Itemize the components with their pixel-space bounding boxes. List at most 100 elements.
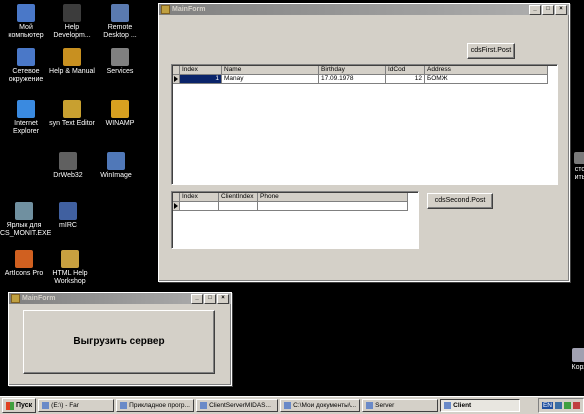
desktop-icon-syn-text-editor[interactable]: syn Text Editor [48, 100, 96, 128]
system-tray: EN [537, 398, 584, 413]
row-indicator-icon [173, 202, 180, 211]
desktop-icon-label: Help & Manual [49, 68, 95, 75]
desktop-icon-drweb32[interactable]: DrWeb32 [44, 152, 92, 180]
table-row[interactable]: 1 Manay 17.09.1978 12 БОМЖ [173, 75, 556, 84]
window-title: MainForm [22, 295, 56, 302]
taskbar-item-active[interactable]: Client [440, 399, 521, 412]
cds-second-post-button[interactable]: cdsSecond.Post [427, 193, 493, 209]
app-icon [444, 402, 452, 409]
desktop-icon-label: WINAMP [105, 120, 135, 127]
clients-grid[interactable]: Index Name Birthday IdCod Address 1 Mana… [171, 64, 558, 185]
help-and-manual-icon [63, 48, 81, 66]
column-header[interactable]: Index [180, 193, 219, 202]
partial-desktop-icon-right[interactable]: сто ить [570, 152, 584, 182]
tray-icon[interactable] [564, 402, 571, 409]
shortcut-cs-monit-icon [15, 202, 33, 220]
row-indicator-icon [173, 75, 180, 84]
cds-first-post-button[interactable]: cdsFirst.Post [467, 43, 515, 59]
desktop-icon-label: Мой компьютер [8, 24, 44, 39]
desktop-icon-label: Ярлык для CS_MONIT.EXE [0, 222, 52, 237]
desktop-icon-label: Help Developm... [53, 24, 91, 39]
column-header[interactable]: Phone [258, 193, 408, 202]
table-row[interactable] [173, 202, 417, 211]
partial-icon [574, 152, 584, 164]
taskbar-item[interactable]: Прикладное прогр... [116, 399, 195, 412]
desktop-icon-winamp[interactable]: WINAMP [96, 100, 144, 128]
column-header[interactable]: Name [222, 66, 319, 75]
desktop-icon-shortcut-cs-monit[interactable]: Ярлык для CS_MONIT.EXE [0, 202, 52, 238]
main-form-titlebar[interactable]: MainForm _ □ × [159, 4, 569, 15]
desktop-icon-label: ArtIcons Pro [4, 270, 44, 277]
desktop-icon-services[interactable]: Services [96, 48, 144, 76]
table-cell[interactable] [219, 202, 258, 211]
app-icon [200, 402, 208, 409]
close-button[interactable]: × [555, 4, 567, 15]
recycle-bin-icon [572, 348, 584, 362]
desktop-icon-label: Services [106, 68, 134, 75]
column-header[interactable]: ClientIndex [219, 193, 258, 202]
table-cell[interactable]: БОМЖ [425, 75, 548, 84]
drweb32-icon [59, 152, 77, 170]
table-cell[interactable]: 1 [180, 75, 222, 84]
recycle-bin-icon-partial[interactable]: Корз [568, 348, 584, 372]
desktop-icon-label: DrWeb32 [53, 172, 83, 179]
desktop-icon-network[interactable]: Сетевое окружение [2, 48, 50, 84]
desktop-icon-label: syn Text Editor [49, 120, 95, 127]
desktop-icon-html-help-workshop[interactable]: HTML Help Workshop [46, 250, 94, 286]
desktop-icon-winimage[interactable]: WinImage [92, 152, 140, 180]
grid-header-row: Index ClientIndex Phone [173, 193, 417, 202]
table-cell[interactable]: 12 [386, 75, 425, 84]
maximize-button[interactable]: □ [204, 293, 216, 304]
desktop-icon-help-and-manual[interactable]: Help & Manual [48, 48, 96, 76]
taskbar-item[interactable]: (E:\) - Far [38, 399, 115, 412]
table-cell[interactable]: Manay [222, 75, 319, 84]
tray-icon[interactable] [555, 402, 562, 409]
start-button[interactable]: Пуск [2, 398, 37, 413]
window-title: MainForm [172, 6, 206, 13]
desktop-icon-remote-desktop[interactable]: Remote Desktop ... [96, 4, 144, 40]
taskbar-item[interactable]: ClientServerMIDAS... [196, 399, 279, 412]
remote-desktop-icon [111, 4, 129, 22]
app-icon [161, 5, 170, 14]
main-form-window: MainForm _ □ × cdsFirst.Post Index Name … [158, 3, 570, 282]
maximize-button[interactable]: □ [542, 4, 554, 15]
taskbar-item[interactable]: Server [362, 399, 439, 412]
language-indicator[interactable]: EN [541, 402, 553, 409]
app-icon [120, 402, 128, 409]
table-cell[interactable] [180, 202, 219, 211]
internet-explorer-icon [17, 100, 35, 118]
desktop-icon-my-computer[interactable]: Мой компьютер [2, 4, 50, 40]
help-development-icon [63, 4, 81, 22]
network-icon [17, 48, 35, 66]
table-cell[interactable] [258, 202, 408, 211]
server-window: MainForm _ □ × Выгрузить сервер [8, 292, 232, 386]
desktop-icon-label: WinImage [100, 172, 132, 179]
taskbar-item[interactable]: C:\Мои документы\... [280, 399, 361, 412]
services-icon [111, 48, 129, 66]
desktop-icon-label: Сетевое окружение [8, 68, 44, 83]
phones-grid[interactable]: Index ClientIndex Phone [171, 191, 419, 249]
windows-logo-icon [6, 401, 14, 410]
tray-icon[interactable] [573, 402, 580, 409]
app-icon [42, 402, 50, 409]
column-header[interactable]: IdCod [386, 66, 425, 75]
close-button[interactable]: × [217, 293, 229, 304]
column-header[interactable]: Index [180, 66, 222, 75]
desktop-icon-articons-pro[interactable]: ArtIcons Pro [0, 250, 48, 278]
column-header[interactable]: Address [425, 66, 548, 75]
unload-server-button[interactable]: Выгрузить сервер [23, 310, 215, 374]
table-cell[interactable]: 17.09.1978 [319, 75, 386, 84]
minimize-button[interactable]: _ [191, 293, 203, 304]
desktop-icon-label: Internet Explorer [12, 120, 40, 135]
server-titlebar[interactable]: MainForm _ □ × [9, 293, 231, 304]
my-computer-icon [17, 4, 35, 22]
desktop-icon-internet-explorer[interactable]: Internet Explorer [2, 100, 50, 136]
desktop-icon-mirc[interactable]: mIRC [44, 202, 92, 230]
desktop-icon-label: mIRC [59, 222, 77, 229]
desktop-icon-help-development[interactable]: Help Developm... [48, 4, 96, 40]
grid-header-row: Index Name Birthday IdCod Address [173, 66, 556, 75]
minimize-button[interactable]: _ [529, 4, 541, 15]
winimage-icon [107, 152, 125, 170]
column-header[interactable]: Birthday [319, 66, 386, 75]
desktop-icon-label: HTML Help Workshop [52, 270, 88, 285]
